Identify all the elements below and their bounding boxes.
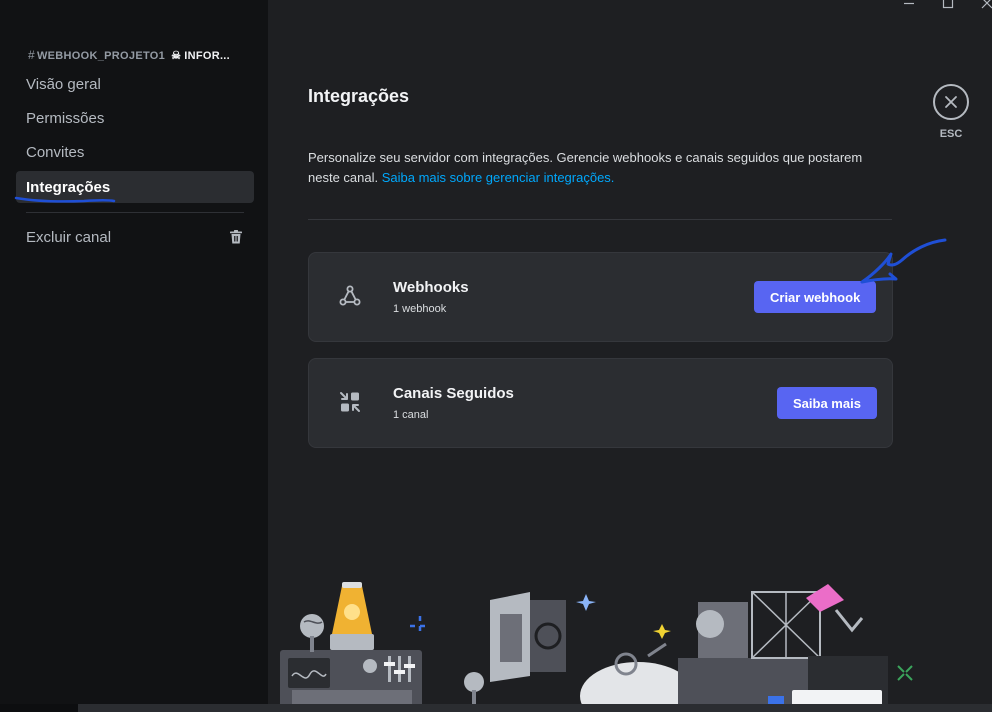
skull-icon: ☠	[171, 50, 182, 62]
section-divider	[308, 219, 892, 220]
webhooks-title: Webhooks	[393, 279, 469, 296]
trash-icon[interactable]	[228, 229, 244, 245]
channel-name-extra: INFOR...	[184, 50, 231, 62]
webhook-icon	[339, 285, 361, 306]
bottom-bar	[0, 704, 992, 712]
followed-channels-title: Canais Seguidos	[393, 385, 514, 402]
sidebar-item-permissions[interactable]: Permissões	[16, 102, 254, 134]
decorative-illustration	[280, 582, 913, 712]
close-button[interactable]	[933, 84, 969, 120]
channel-hash: #	[28, 48, 35, 62]
sidebar-item-label: Visão geral	[26, 76, 101, 93]
channel-header: # WEBHOOK_PROJETO1 ☠ INFOR...	[28, 48, 230, 62]
close-settings: ESC	[932, 84, 970, 140]
underline-annotation	[14, 196, 116, 203]
sidebar-item-overview[interactable]: Visão geral	[16, 68, 254, 100]
maximize-icon[interactable]	[939, 0, 957, 12]
minimize-icon[interactable]	[900, 0, 918, 12]
page-description: Personalize seu servidor com integrações…	[308, 148, 888, 188]
close-window-icon[interactable]	[978, 0, 992, 12]
arrow-annotation	[860, 238, 947, 284]
webhooks-count: 1 webhook	[393, 303, 447, 315]
page-title: Integrações	[308, 86, 410, 106]
sidebar-item-label: Convites	[26, 144, 85, 161]
main-content: Integrações Personalize seu servidor com…	[268, 0, 992, 712]
learn-more-button[interactable]: Saiba mais	[777, 387, 877, 419]
followed-channels-count: 1 canal	[393, 409, 429, 421]
sidebar-item-delete-channel[interactable]: Excluir canal	[16, 221, 254, 253]
followed-channels-card: Canais Seguidos 1 canal Saiba mais	[308, 358, 893, 448]
webhooks-card: Webhooks 1 webhook Criar webhook	[308, 252, 893, 342]
close-icon	[945, 96, 957, 108]
settings-sidebar: # WEBHOOK_PROJETO1 ☠ INFOR... Visão geral P…	[0, 0, 268, 712]
sidebar-item-invites[interactable]: Convites	[16, 136, 254, 168]
sidebar-divider	[26, 212, 244, 213]
esc-label: ESC	[939, 128, 963, 140]
sidebar-item-label: Excluir canal	[26, 229, 112, 246]
channel-name: WEBHOOK_PROJETO1	[36, 50, 166, 62]
sidebar-item-label: Permissões	[26, 110, 105, 127]
learn-more-link[interactable]: Saiba mais sobre gerenciar integrações.	[382, 170, 615, 185]
followed-channels-icon	[340, 392, 360, 412]
